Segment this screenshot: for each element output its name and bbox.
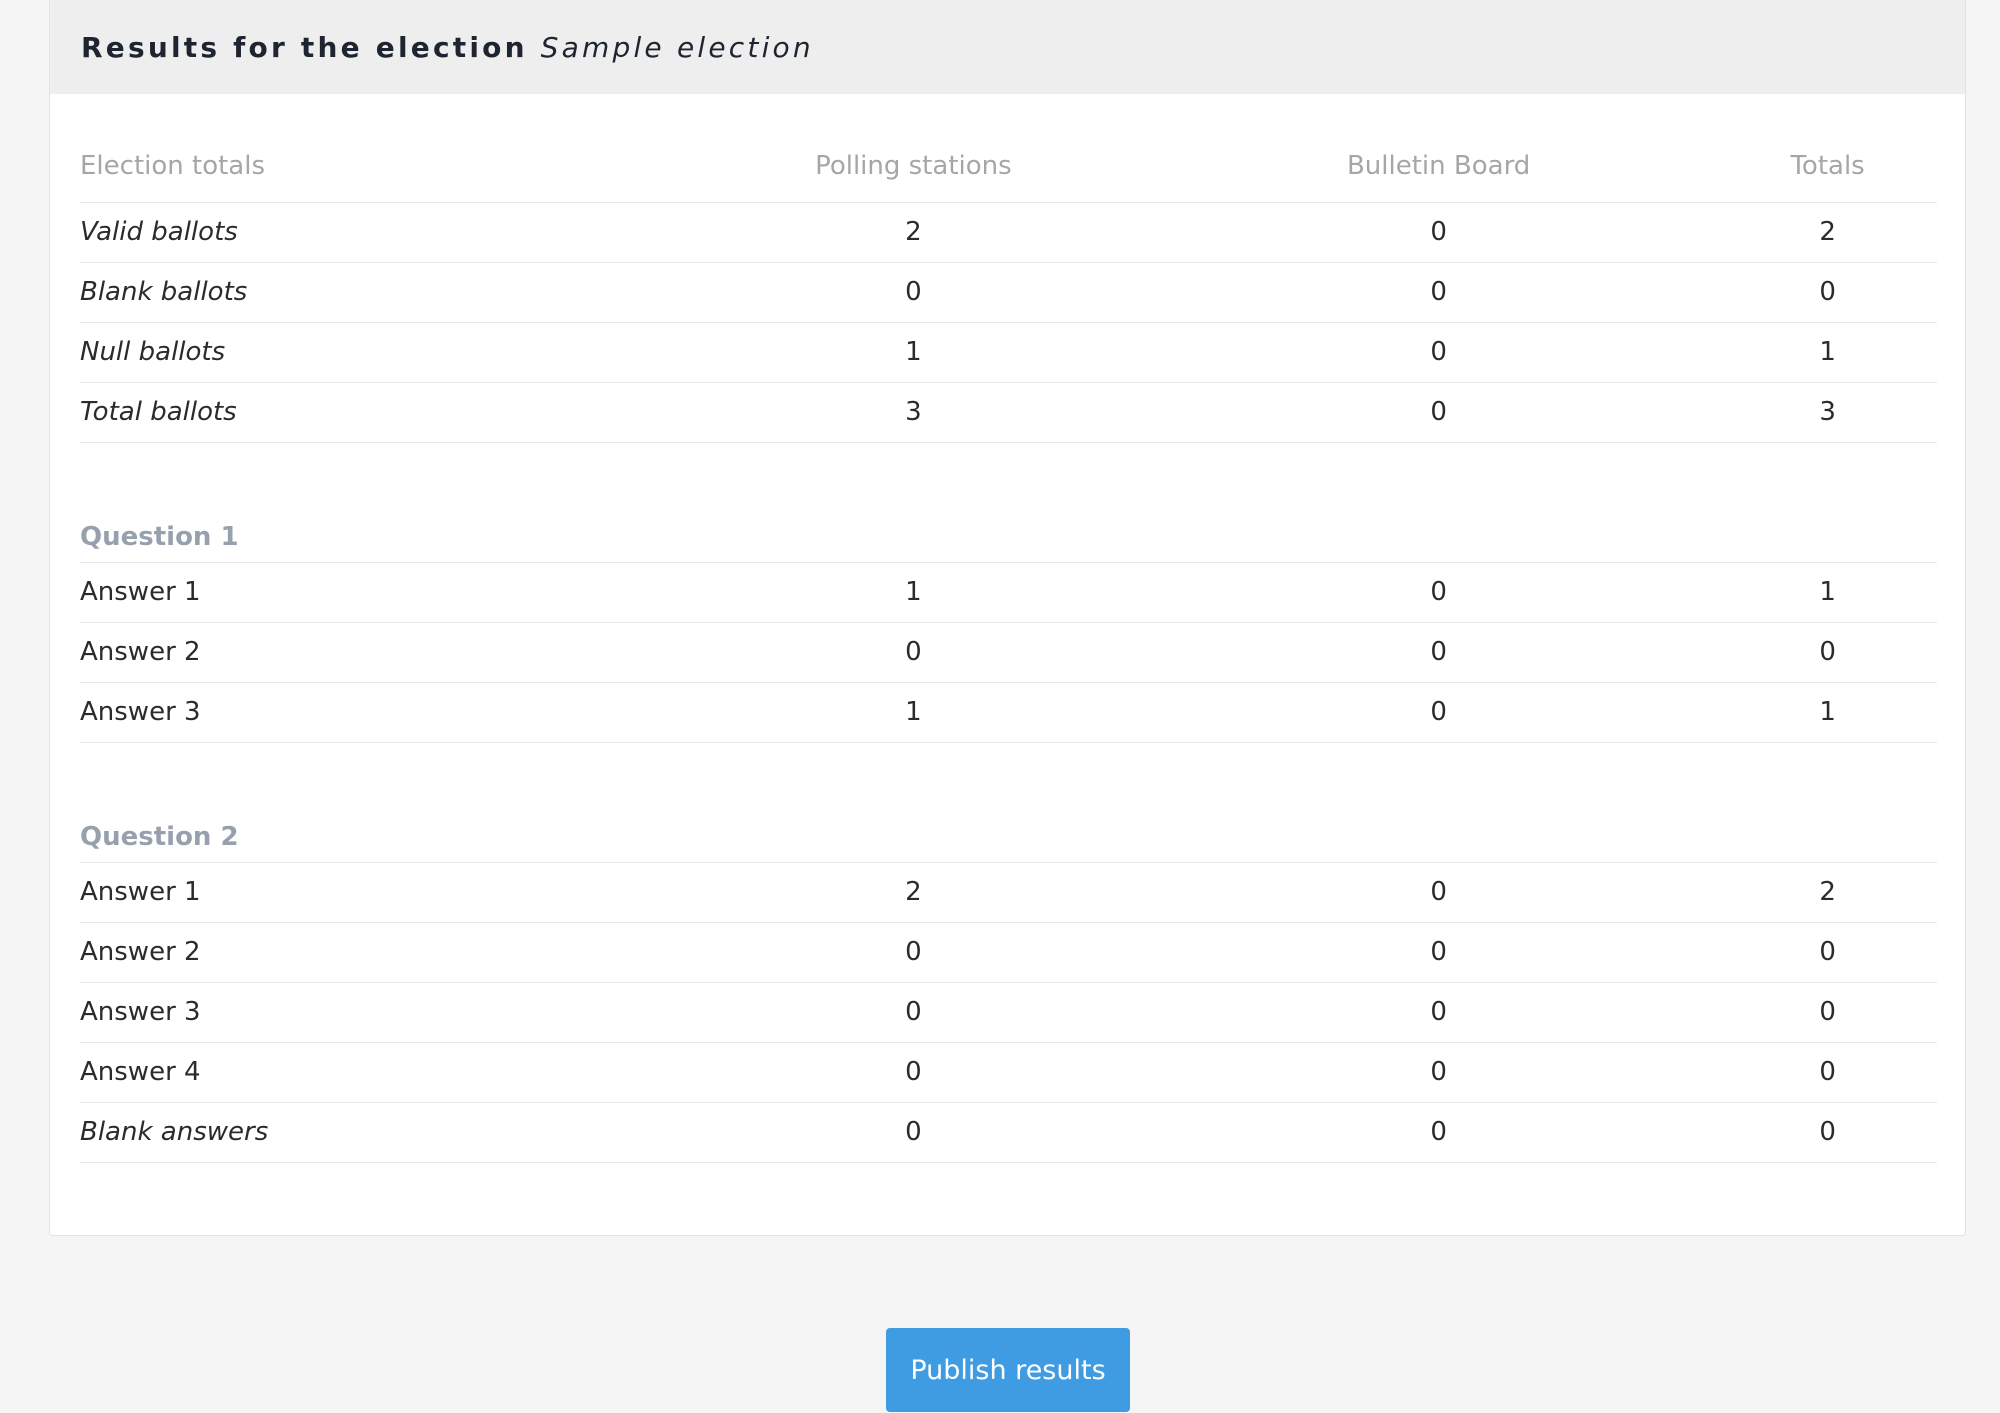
cell-bulletin-board: 0	[1159, 202, 1719, 263]
question-1-title: Question 1	[80, 500, 1937, 563]
cell-bulletin-board: 0	[1159, 862, 1719, 923]
cell-totals: 0	[1718, 262, 1937, 323]
cell-polling-stations: 0	[667, 262, 1160, 323]
column-header-polling-stations: Polling stations	[667, 130, 1160, 203]
cell-bulletin-board: 0	[1159, 922, 1719, 983]
cell-polling-stations: 0	[667, 1102, 1160, 1163]
column-header-bulletin-board: Bulletin Board	[1159, 130, 1719, 203]
question-2-title: Question 2	[80, 800, 1937, 863]
cell-bulletin-board: 0	[1159, 1102, 1719, 1163]
table-row: Answer 2 0 0 0	[80, 922, 1937, 983]
cell-bulletin-board: 0	[1159, 682, 1719, 743]
answer-label: Answer 1	[80, 862, 668, 923]
cell-totals: 1	[1718, 562, 1937, 623]
title-prefix: Results for the election	[81, 30, 528, 64]
results-table: Election totals Polling stations Bulleti…	[80, 130, 1937, 1163]
cell-bulletin-board: 0	[1159, 982, 1719, 1043]
cell-polling-stations: 2	[667, 862, 1160, 923]
cell-polling-stations: 2	[667, 202, 1160, 263]
answer-label: Answer 2	[80, 922, 668, 983]
cell-totals: 2	[1718, 862, 1937, 923]
cell-totals: 0	[1718, 622, 1937, 683]
cell-bulletin-board: 0	[1159, 262, 1719, 323]
cell-bulletin-board: 0	[1159, 622, 1719, 683]
cell-polling-stations: 0	[667, 982, 1160, 1043]
row-label-null-ballots: Null ballots	[80, 322, 668, 383]
answer-label: Answer 3	[80, 682, 668, 743]
answer-label: Answer 1	[80, 562, 668, 623]
table-row: Answer 2 0 0 0	[80, 622, 1937, 683]
card-header: Results for the election Sample election	[50, 0, 1965, 94]
section-spacer	[80, 442, 1937, 500]
cell-polling-stations: 1	[667, 682, 1160, 743]
answer-label: Answer 4	[80, 1042, 668, 1103]
table-header-row: Election totals Polling stations Bulleti…	[80, 130, 1937, 203]
cell-totals: 1	[1718, 682, 1937, 743]
question-header-row: Question 2	[80, 800, 1937, 863]
table-row: Null ballots 1 0 1	[80, 322, 1937, 383]
table-row: Answer 1 1 0 1	[80, 562, 1937, 623]
cell-totals: 1	[1718, 322, 1937, 383]
table-row: Total ballots 3 0 3	[80, 382, 1937, 443]
cell-polling-stations: 3	[667, 382, 1160, 443]
table-row: Answer 3 1 0 1	[80, 682, 1937, 743]
answer-label: Answer 3	[80, 982, 668, 1043]
cell-totals: 0	[1718, 982, 1937, 1043]
row-label-total-ballots: Total ballots	[80, 382, 668, 443]
cell-bulletin-board: 0	[1159, 382, 1719, 443]
table-row: Blank answers 0 0 0	[80, 1102, 1937, 1163]
cell-bulletin-board: 0	[1159, 1042, 1719, 1103]
answer-label-blank-answers: Blank answers	[80, 1102, 668, 1163]
cell-polling-stations: 0	[667, 922, 1160, 983]
cell-polling-stations: 1	[667, 322, 1160, 383]
page-title: Results for the election Sample election	[81, 31, 814, 64]
row-label-blank-ballots: Blank ballots	[80, 262, 668, 323]
table-row: Answer 4 0 0 0	[80, 1042, 1937, 1103]
table-row: Blank ballots 0 0 0	[80, 262, 1937, 323]
cell-bulletin-board: 0	[1159, 322, 1719, 383]
cell-totals: 0	[1718, 1042, 1937, 1103]
row-label-valid-ballots: Valid ballots	[80, 202, 668, 263]
cell-totals: 0	[1718, 1102, 1937, 1163]
cell-totals: 3	[1718, 382, 1937, 443]
column-header-election-totals: Election totals	[80, 130, 668, 203]
section-spacer	[80, 742, 1937, 800]
table-row: Valid ballots 2 0 2	[80, 202, 1937, 263]
cell-totals: 0	[1718, 922, 1937, 983]
table-row: Answer 3 0 0 0	[80, 982, 1937, 1043]
cell-polling-stations: 0	[667, 1042, 1160, 1103]
table-row: Answer 1 2 0 2	[80, 862, 1937, 923]
results-card: Results for the election Sample election…	[49, 0, 1966, 1236]
column-header-totals: Totals	[1718, 130, 1937, 203]
cell-bulletin-board: 0	[1159, 562, 1719, 623]
cell-totals: 2	[1718, 202, 1937, 263]
election-name: Sample election	[540, 30, 814, 64]
question-header-row: Question 1	[80, 500, 1937, 563]
publish-results-button[interactable]: Publish results	[886, 1328, 1130, 1412]
cell-polling-stations: 0	[667, 622, 1160, 683]
answer-label: Answer 2	[80, 622, 668, 683]
cell-polling-stations: 1	[667, 562, 1160, 623]
